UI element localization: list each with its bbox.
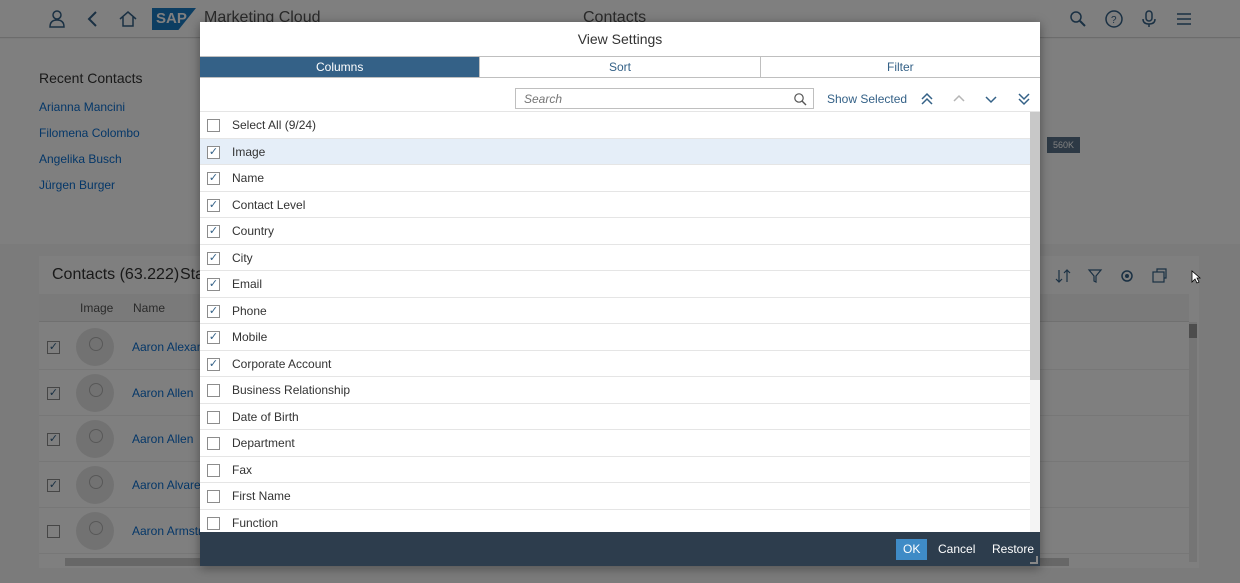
checkbox[interactable]: ✓ xyxy=(207,172,220,185)
tab-columns[interactable]: Columns xyxy=(200,57,481,77)
item-label: Country xyxy=(232,224,275,238)
search-input[interactable] xyxy=(516,89,786,108)
item-label: Department xyxy=(232,436,295,450)
list-item[interactable]: ✓ Mobile xyxy=(200,324,1030,351)
list-item[interactable]: ✓ Email xyxy=(200,271,1030,298)
move-to-top-icon[interactable] xyxy=(919,91,935,107)
column-list: Select All (9/24) ✓ Image ✓ Name ✓ Conta… xyxy=(200,112,1030,533)
list-item[interactable]: Business Relationship xyxy=(200,377,1030,404)
checkbox[interactable] xyxy=(207,463,220,477)
item-label: Image xyxy=(232,144,266,159)
checkbox[interactable] xyxy=(207,437,220,450)
list-item[interactable]: ✓ City xyxy=(200,244,1030,271)
tab-filter[interactable]: Filter xyxy=(760,57,1040,77)
move-to-bottom-icon[interactable] xyxy=(1016,91,1032,107)
item-label: First Name xyxy=(232,489,291,503)
scrollbar-thumb[interactable] xyxy=(1030,112,1040,380)
list-item[interactable]: Department xyxy=(200,430,1030,457)
item-label: Fax xyxy=(232,462,253,477)
item-label: Email xyxy=(232,277,263,291)
view-settings-dialog: View Settings Columns Sort Filter Show S… xyxy=(200,22,1040,566)
checkbox[interactable] xyxy=(207,119,220,132)
cancel-button[interactable]: Cancel xyxy=(931,539,982,560)
list-item[interactable]: ✓ Contact Level xyxy=(200,191,1030,218)
list-item[interactable]: Function xyxy=(200,509,1030,533)
checkbox[interactable]: ✓ xyxy=(207,304,220,318)
move-up-icon[interactable] xyxy=(951,91,967,107)
checkbox[interactable]: ✓ xyxy=(207,278,220,291)
mouse-cursor-icon xyxy=(1191,270,1201,284)
columns-toolbar: Show Selected xyxy=(200,78,1040,112)
checkbox[interactable] xyxy=(207,410,220,424)
select-all-item[interactable]: Select All (9/24) xyxy=(200,112,1030,139)
item-label: Phone xyxy=(232,303,267,318)
checkbox[interactable] xyxy=(207,490,220,503)
item-label: Name xyxy=(232,171,265,185)
item-label: Function xyxy=(232,515,279,530)
list-item[interactable]: ✓ Phone xyxy=(200,297,1030,324)
move-down-icon[interactable] xyxy=(983,91,999,107)
dialog-title: View Settings xyxy=(577,31,663,47)
tab-sort[interactable]: Sort xyxy=(480,57,761,77)
checkbox[interactable]: ✓ xyxy=(207,331,220,344)
checkbox[interactable]: ✓ xyxy=(207,198,220,212)
dialog-footer: OK Cancel Restore xyxy=(200,532,1040,566)
list-item[interactable]: First Name xyxy=(200,483,1030,510)
item-label: Business Relationship xyxy=(232,383,351,397)
search-field xyxy=(515,88,814,109)
item-label: Mobile xyxy=(232,330,268,344)
checkbox[interactable] xyxy=(207,516,220,530)
show-selected-button[interactable]: Show Selected xyxy=(827,92,907,106)
search-icon[interactable] xyxy=(793,92,807,106)
checkbox[interactable]: ✓ xyxy=(207,251,220,265)
checkbox[interactable]: ✓ xyxy=(207,225,220,238)
checkbox[interactable] xyxy=(207,384,220,397)
list-item[interactable]: ✓ Image xyxy=(200,138,1030,165)
list-item[interactable]: Fax xyxy=(200,456,1030,483)
list-item[interactable]: ✓ Name xyxy=(200,165,1030,192)
item-label: City xyxy=(232,250,253,265)
checkbox[interactable]: ✓ xyxy=(207,357,220,371)
item-label: Select All (9/24) xyxy=(232,118,317,132)
list-scrollbar[interactable] xyxy=(1030,112,1040,533)
item-label: Corporate Account xyxy=(232,356,332,371)
resize-handle[interactable] xyxy=(1030,556,1038,564)
item-label: Date of Birth xyxy=(232,409,299,424)
dialog-tab-bar: Columns Sort Filter xyxy=(200,56,1040,78)
item-label: Contact Level xyxy=(232,197,306,212)
checkbox[interactable]: ✓ xyxy=(207,145,220,159)
list-item[interactable]: ✓ Country xyxy=(200,218,1030,245)
ok-button[interactable]: OK xyxy=(896,539,928,560)
list-item[interactable]: ✓ Corporate Account xyxy=(200,350,1030,377)
list-item[interactable]: Date of Birth xyxy=(200,403,1030,430)
